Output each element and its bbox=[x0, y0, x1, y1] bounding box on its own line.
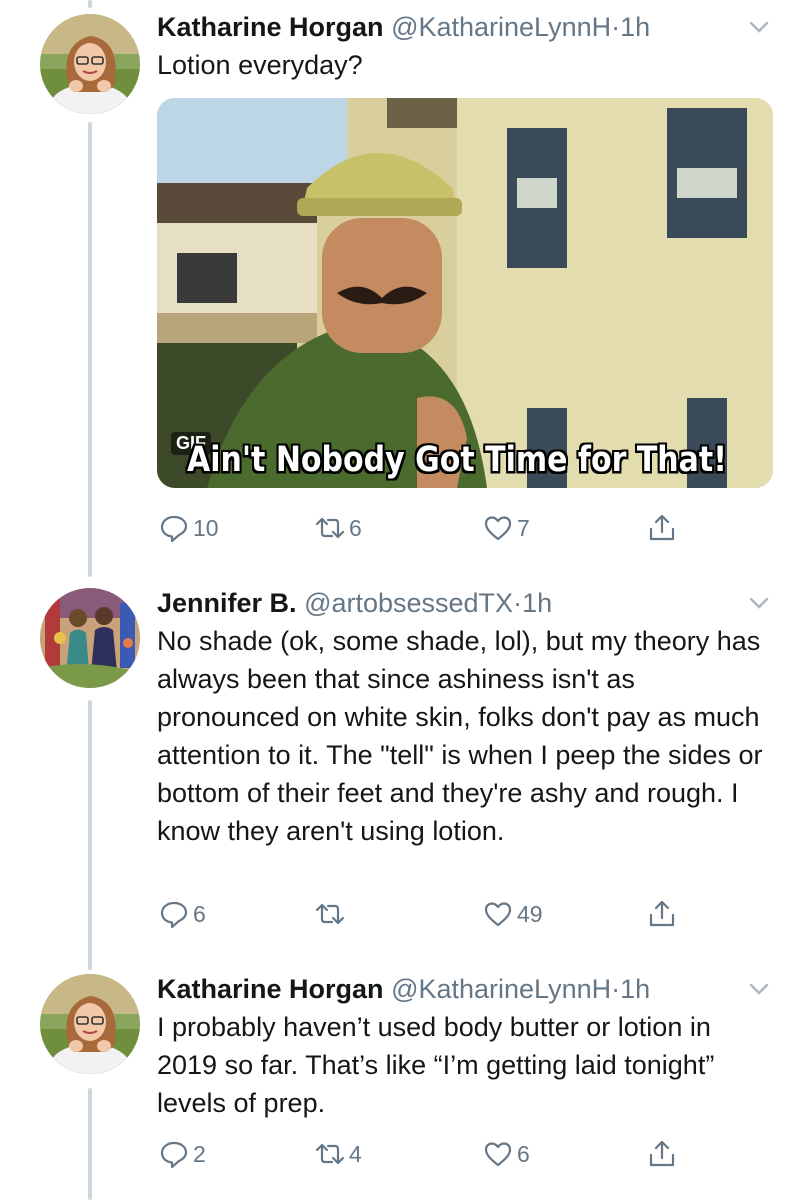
timestamp[interactable]: 1h bbox=[620, 12, 650, 42]
reply-button[interactable]: 6 bbox=[159, 894, 206, 934]
heart-icon bbox=[484, 516, 512, 541]
gif-caption: Ain't Nobody Got Time for That! bbox=[187, 440, 727, 481]
thread-line bbox=[88, 700, 92, 970]
share-icon bbox=[649, 900, 675, 927]
share-button[interactable] bbox=[647, 1134, 677, 1174]
share-icon bbox=[649, 514, 675, 541]
author-handle[interactable]: @KatharineLynnH bbox=[391, 12, 611, 42]
separator-dot: · bbox=[513, 588, 523, 618]
share-button[interactable] bbox=[647, 508, 677, 548]
author-name[interactable]: Jennifer B. bbox=[157, 588, 297, 618]
separator-dot: · bbox=[611, 12, 621, 42]
avatar[interactable] bbox=[40, 974, 140, 1074]
reply-count: 6 bbox=[193, 900, 206, 927]
tweet-text: I probably haven’t used body butter or l… bbox=[157, 1012, 715, 1118]
reply-count: 2 bbox=[193, 1140, 206, 1167]
retweet-icon bbox=[315, 903, 345, 925]
tweet-text: No shade (ok, some shade, lol), but my t… bbox=[157, 626, 763, 846]
thread-line bbox=[88, 1088, 92, 1200]
avatar[interactable] bbox=[40, 588, 140, 688]
retweet-button[interactable] bbox=[315, 894, 349, 934]
tweet-actions: 6 49 bbox=[157, 894, 717, 934]
reply-icon bbox=[160, 1141, 188, 1169]
retweet-icon bbox=[315, 1143, 345, 1165]
timestamp[interactable]: 1h bbox=[522, 588, 552, 618]
like-count: 7 bbox=[517, 514, 530, 541]
reply-button[interactable]: 2 bbox=[159, 1134, 206, 1174]
chevron-down-icon[interactable] bbox=[746, 14, 772, 40]
author-handle[interactable]: @artobsessedTX bbox=[304, 588, 513, 618]
tweet-text: Lotion everyday? bbox=[157, 50, 363, 80]
avatar[interactable] bbox=[40, 14, 140, 114]
tweet-actions: 10 6 7 bbox=[157, 508, 717, 548]
retweet-button[interactable]: 4 bbox=[315, 1134, 362, 1174]
like-button[interactable]: 6 bbox=[483, 1134, 530, 1174]
tweet-header: Katharine Horgan @KatharineLynnH·1h bbox=[157, 970, 772, 1008]
timestamp[interactable]: 1h bbox=[620, 974, 650, 1004]
like-button[interactable]: 7 bbox=[483, 508, 530, 548]
tweet-actions: 2 4 6 bbox=[157, 1134, 717, 1174]
retweet-count: 6 bbox=[349, 514, 362, 541]
separator-dot: · bbox=[611, 974, 621, 1004]
like-button[interactable]: 49 bbox=[483, 894, 543, 934]
reply-icon bbox=[160, 901, 188, 929]
heart-icon bbox=[484, 1142, 512, 1167]
author-name[interactable]: Katharine Horgan bbox=[157, 974, 384, 1004]
reply-count: 10 bbox=[193, 514, 219, 541]
like-count: 6 bbox=[517, 1140, 530, 1167]
retweet-icon bbox=[315, 517, 345, 539]
share-icon bbox=[649, 1140, 675, 1167]
retweet-button[interactable]: 6 bbox=[315, 508, 362, 548]
author-handle[interactable]: @KatharineLynnH bbox=[391, 974, 611, 1004]
like-count: 49 bbox=[517, 900, 543, 927]
heart-icon bbox=[484, 902, 512, 927]
thread-line bbox=[88, 122, 92, 577]
chevron-down-icon[interactable] bbox=[746, 976, 772, 1002]
retweet-count: 4 bbox=[349, 1140, 362, 1167]
thread-line bbox=[88, 0, 92, 8]
reply-button[interactable]: 10 bbox=[159, 508, 219, 548]
tweet-header: Katharine Horgan @KatharineLynnH·1h bbox=[157, 8, 772, 46]
chevron-down-icon[interactable] bbox=[746, 590, 772, 616]
tweet-header: Jennifer B. @artobsessedTX·1h bbox=[157, 584, 772, 622]
reply-icon bbox=[160, 515, 188, 543]
gif-media[interactable]: GIF Ain't Nobody Got Time for That! bbox=[157, 98, 773, 488]
author-name[interactable]: Katharine Horgan bbox=[157, 12, 384, 42]
share-button[interactable] bbox=[647, 894, 677, 934]
